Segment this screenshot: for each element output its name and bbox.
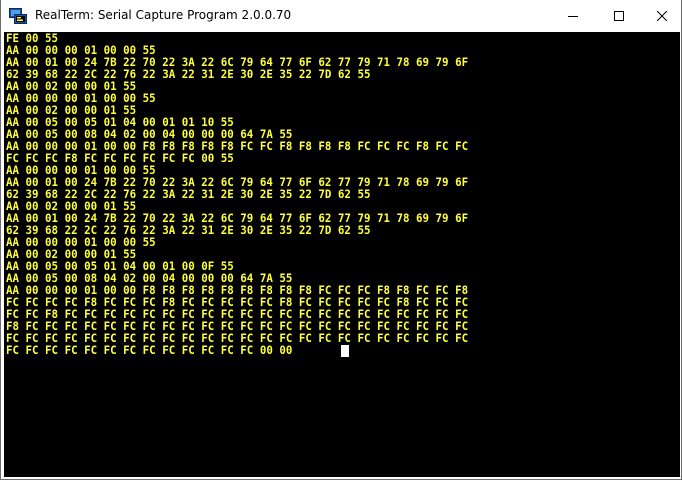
window-title: RealTerm: Serial Capture Program 2.0.0.7… <box>35 8 292 22</box>
realterm-app-icon[interactable] <box>9 7 27 25</box>
title-bar[interactable]: RealTerm: Serial Capture Program 2.0.0.7… <box>1 0 681 32</box>
minimize-icon <box>568 11 578 21</box>
close-button[interactable] <box>642 0 681 32</box>
close-icon <box>656 11 667 21</box>
realterm-window: RealTerm: Serial Capture Program 2.0.0.7… <box>0 0 682 480</box>
terminal-line: FC FC FC FC FC FC FC FC FC FC FC FC FC 0… <box>6 343 293 357</box>
terminal-display[interactable]: FE 00 55 AA 00 00 00 01 00 00 55 AA 00 0… <box>4 32 680 477</box>
maximize-button[interactable] <box>596 0 642 32</box>
minimize-button[interactable] <box>550 0 596 32</box>
maximize-icon <box>614 11 624 21</box>
text-cursor <box>341 345 349 357</box>
